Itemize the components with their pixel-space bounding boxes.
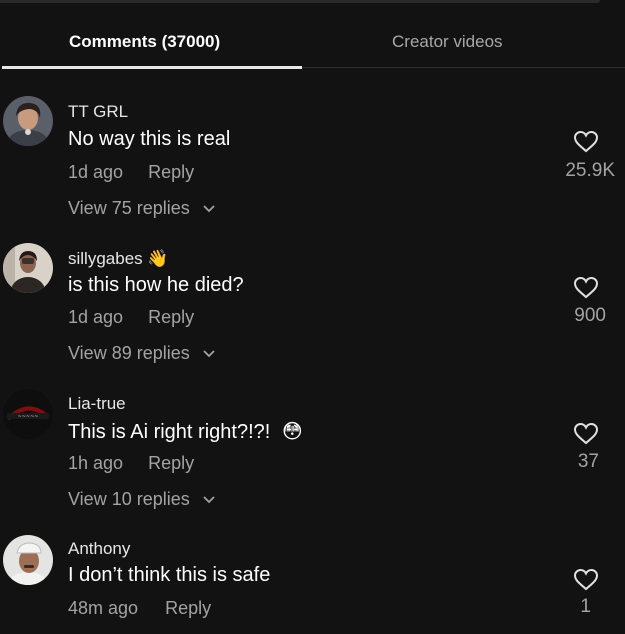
comment-text-label: This is Ai right right?!?! xyxy=(68,421,271,443)
comment-time: 1h ago xyxy=(68,453,124,473)
comment-text: This is Ai right right?!?! 😳 xyxy=(68,419,303,444)
comment-username[interactable]: TT GRL xyxy=(68,102,128,122)
comment-meta: 1d ago Reply xyxy=(68,307,194,328)
comments-panel: Comments (37000) Creator videos TT GRL N… xyxy=(0,0,625,634)
comment-meta: 1d ago Reply xyxy=(68,162,194,183)
comment-time: 1d ago xyxy=(68,307,124,327)
reply-button[interactable]: Reply xyxy=(148,453,194,473)
comment-username[interactable]: Lia-true xyxy=(68,394,126,414)
reply-button[interactable]: Reply xyxy=(148,162,194,182)
reply-button[interactable]: Reply xyxy=(165,598,211,618)
svg-text:~~~~~: ~~~~~ xyxy=(18,414,39,420)
comment-username[interactable]: Anthony xyxy=(68,539,130,559)
view-replies-label: View 75 replies xyxy=(68,198,190,218)
tab-divider xyxy=(302,67,625,68)
like-count: 1 xyxy=(580,596,591,617)
view-replies-button[interactable]: View 75 replies xyxy=(68,198,215,219)
comment-text: is this how he died? xyxy=(68,274,244,296)
chevron-down-icon xyxy=(203,496,215,504)
heart-icon[interactable] xyxy=(573,130,599,154)
comment-text: No way this is real xyxy=(68,128,231,150)
avatar[interactable] xyxy=(3,535,53,585)
username-label: sillygabes xyxy=(68,249,143,268)
like-count: 37 xyxy=(577,451,599,472)
chevron-down-icon xyxy=(203,205,215,213)
like-count: 25.9K xyxy=(565,160,615,181)
heart-icon[interactable] xyxy=(573,276,599,300)
heart-icon[interactable] xyxy=(573,568,599,592)
view-replies-button[interactable]: View 10 replies xyxy=(68,489,215,510)
heart-icon[interactable] xyxy=(573,422,599,446)
tab-bar: Comments (37000) Creator videos xyxy=(0,22,625,69)
active-tab-indicator xyxy=(2,66,302,69)
waving-hand-emoji: 👋 xyxy=(147,249,169,268)
comment-username[interactable]: sillygabes 👋 xyxy=(68,249,169,269)
avatar[interactable]: ~~~~~ xyxy=(3,389,53,439)
comment-text: I don’t think this is safe xyxy=(68,564,271,586)
tab-creator-videos[interactable]: Creator videos xyxy=(392,32,503,52)
flushed-face-emoji: 😳 xyxy=(281,421,303,443)
avatar[interactable] xyxy=(3,243,53,293)
avatar[interactable] xyxy=(3,96,53,146)
view-replies-label: View 89 replies xyxy=(68,343,190,363)
avatar-photo-icon xyxy=(3,96,53,146)
view-replies-button[interactable]: View 89 replies xyxy=(68,343,215,364)
comment-meta: 1h ago Reply xyxy=(68,453,194,474)
comment-meta: 48m ago Reply xyxy=(68,598,211,619)
comment-time: 1d ago xyxy=(68,162,124,182)
top-divider xyxy=(0,0,600,3)
like-count: 900 xyxy=(574,305,606,326)
avatar-photo-icon xyxy=(3,243,53,293)
chevron-down-icon xyxy=(203,350,215,358)
tab-comments[interactable]: Comments (37000) xyxy=(69,32,220,52)
avatar-photo-icon xyxy=(3,535,53,585)
avatar-photo-icon: ~~~~~ xyxy=(3,389,53,439)
reply-button[interactable]: Reply xyxy=(148,307,194,327)
view-replies-label: View 10 replies xyxy=(68,489,190,509)
comment-time: 48m ago xyxy=(68,598,139,618)
